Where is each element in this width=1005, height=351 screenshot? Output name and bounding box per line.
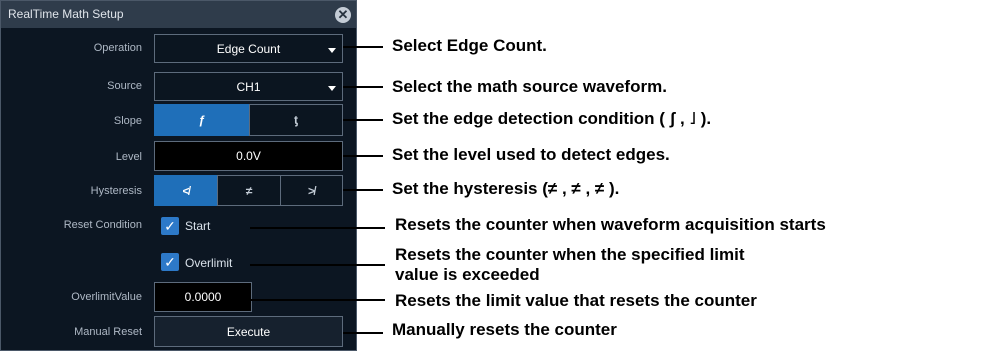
start-checkbox[interactable]: ✓ bbox=[161, 217, 179, 235]
close-icon[interactable]: ✕ bbox=[335, 7, 351, 23]
callout-line-slope bbox=[343, 119, 383, 121]
overlimit-value-label: OverlimitValue bbox=[71, 291, 142, 303]
level-label: Level bbox=[115, 151, 142, 163]
hysteresis-high-icon: ≯ bbox=[307, 183, 315, 198]
annotation-slope: Set the edge detection condition ( ʃ , ˩… bbox=[392, 109, 712, 128]
level-value: 0.0V bbox=[236, 149, 261, 163]
overlimit-value: 0.0000 bbox=[184, 290, 222, 304]
hysteresis-high-button[interactable]: ≯ bbox=[280, 175, 343, 206]
falling-edge-icon: ƫ bbox=[294, 113, 298, 127]
start-checkbox-label: Start bbox=[185, 219, 211, 233]
execute-button[interactable]: Execute bbox=[154, 316, 343, 347]
dialog-titlebar: RealTime Math Setup bbox=[1, 1, 356, 28]
source-select[interactable]: CH1 bbox=[154, 72, 343, 101]
source-value: CH1 bbox=[236, 79, 261, 94]
annotation-overlimit-value: Resets the limit value that resets the c… bbox=[395, 291, 757, 310]
operation-value: Edge Count bbox=[216, 41, 281, 56]
callout-line-manual-reset bbox=[343, 332, 383, 334]
rising-edge-icon: ƒ bbox=[198, 113, 206, 127]
hysteresis-label: Hysteresis bbox=[90, 185, 142, 197]
check-icon: ✓ bbox=[164, 254, 176, 270]
manual-reset-label: Manual Reset bbox=[74, 326, 142, 338]
hysteresis-low-icon: ≮ bbox=[182, 183, 190, 198]
slope-rising-button[interactable]: ƒ bbox=[154, 104, 250, 136]
callout-line-start bbox=[250, 227, 385, 229]
hysteresis-low-button[interactable]: ≮ bbox=[154, 175, 218, 206]
overlimit-checkbox[interactable]: ✓ bbox=[161, 253, 179, 271]
level-field[interactable]: 0.0V bbox=[154, 141, 343, 171]
slope-falling-button[interactable]: ƫ bbox=[249, 104, 343, 136]
overlimit-value-field[interactable]: 0.0000 bbox=[154, 282, 252, 312]
callout-line-operation bbox=[343, 46, 383, 48]
dialog-title: RealTime Math Setup bbox=[8, 7, 124, 21]
callout-line-source bbox=[343, 86, 383, 88]
operation-select[interactable]: Edge Count bbox=[154, 34, 343, 63]
reset-condition-label: Reset Condition bbox=[63, 219, 142, 231]
annotation-source: Select the math source waveform. bbox=[392, 77, 667, 96]
annotation-manual-reset: Manually resets the counter bbox=[392, 320, 617, 339]
callout-line-overlimit bbox=[250, 264, 385, 266]
execute-button-label: Execute bbox=[226, 324, 271, 339]
annotation-level: Set the level used to detect edges. bbox=[392, 145, 670, 164]
callout-line-overlimit-value bbox=[251, 299, 385, 301]
annotation-operation: Select Edge Count. bbox=[392, 36, 547, 55]
annotation-overlimit-line1: Resets the counter when the specified li… bbox=[395, 245, 745, 264]
annotation-start: Resets the counter when waveform acquisi… bbox=[395, 215, 826, 234]
callout-line-hysteresis bbox=[343, 189, 383, 191]
chevron-down-icon bbox=[328, 86, 336, 91]
hysteresis-mid-icon: ≠ bbox=[245, 183, 253, 198]
operation-label: Operation bbox=[93, 42, 142, 54]
source-label: Source bbox=[107, 80, 142, 92]
annotation-hysteresis: Set the hysteresis (≠ , ≠ , ≠ ). bbox=[392, 179, 620, 198]
callout-line-level bbox=[343, 155, 383, 157]
chevron-down-icon bbox=[328, 48, 336, 53]
overlimit-checkbox-label: Overlimit bbox=[185, 256, 233, 270]
annotation-overlimit-line2: value is exceeded bbox=[395, 265, 540, 284]
hysteresis-mid-button[interactable]: ≠ bbox=[217, 175, 281, 206]
slope-label: Slope bbox=[113, 115, 142, 127]
check-icon: ✓ bbox=[164, 218, 176, 234]
